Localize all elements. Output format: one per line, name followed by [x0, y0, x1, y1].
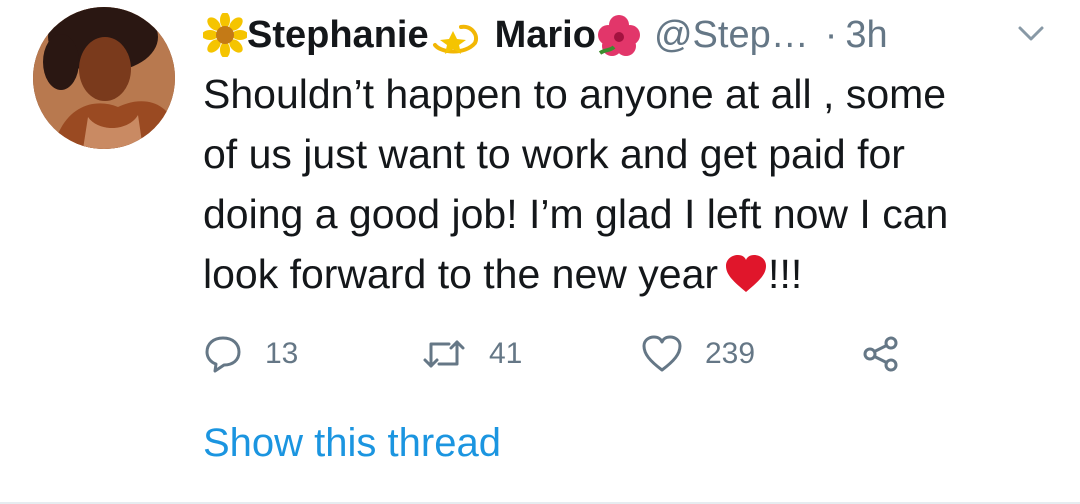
hibiscus-icon — [597, 15, 640, 56]
tweet-text-line: doing a good job! I’m glad I left now I … — [203, 191, 949, 237]
tweet-text: Shouldn’t happen to anyone at all , some… — [203, 64, 1053, 304]
author-name-last: Mario — [494, 13, 596, 56]
like-button[interactable]: 239 — [641, 332, 755, 376]
avatar[interactable] — [33, 7, 175, 149]
red-heart-icon — [726, 255, 767, 292]
heart-outline-icon — [642, 335, 682, 372]
tweet-header: Stephanie Mario @Step… · 3h — [203, 10, 888, 60]
reply-button[interactable]: 13 — [203, 332, 298, 376]
tweet-text-line: Shouldn’t happen to anyone at all , some — [203, 71, 947, 117]
show-thread-link[interactable]: Show this thread — [203, 419, 501, 467]
tweet-text-suffix: !!! — [768, 251, 803, 297]
sunflower-icon — [203, 13, 247, 57]
author-handle[interactable]: @Step… — [654, 14, 809, 57]
share-icon — [863, 336, 898, 372]
tweet-text-line-last: look forward to the new year!!! — [203, 244, 1053, 304]
retweet-button[interactable]: 41 — [421, 332, 522, 376]
author-name-first: Stephanie — [247, 13, 429, 56]
share-button[interactable] — [861, 332, 923, 376]
tweet-text-line: look forward to the new year — [203, 251, 719, 297]
reply-count: 13 — [265, 337, 299, 370]
tweet-timestamp[interactable]: 3h — [845, 14, 887, 57]
dizzy-icon — [432, 24, 478, 54]
author-name[interactable]: Stephanie Mario — [203, 13, 642, 57]
reply-icon — [205, 336, 241, 373]
tweet-actions: 13 41 239 — [203, 332, 923, 376]
chevron-down-icon[interactable] — [1016, 22, 1046, 44]
retweet-icon — [423, 340, 465, 368]
like-count: 239 — [705, 337, 756, 370]
tweet-card[interactable]: Stephanie Mario @Step… · 3h Shouldn’t ha… — [0, 0, 1080, 504]
retweet-count: 41 — [489, 337, 523, 370]
time-separator: · — [824, 13, 838, 56]
tweet-text-line: of us just want to work and get paid for — [203, 131, 905, 177]
